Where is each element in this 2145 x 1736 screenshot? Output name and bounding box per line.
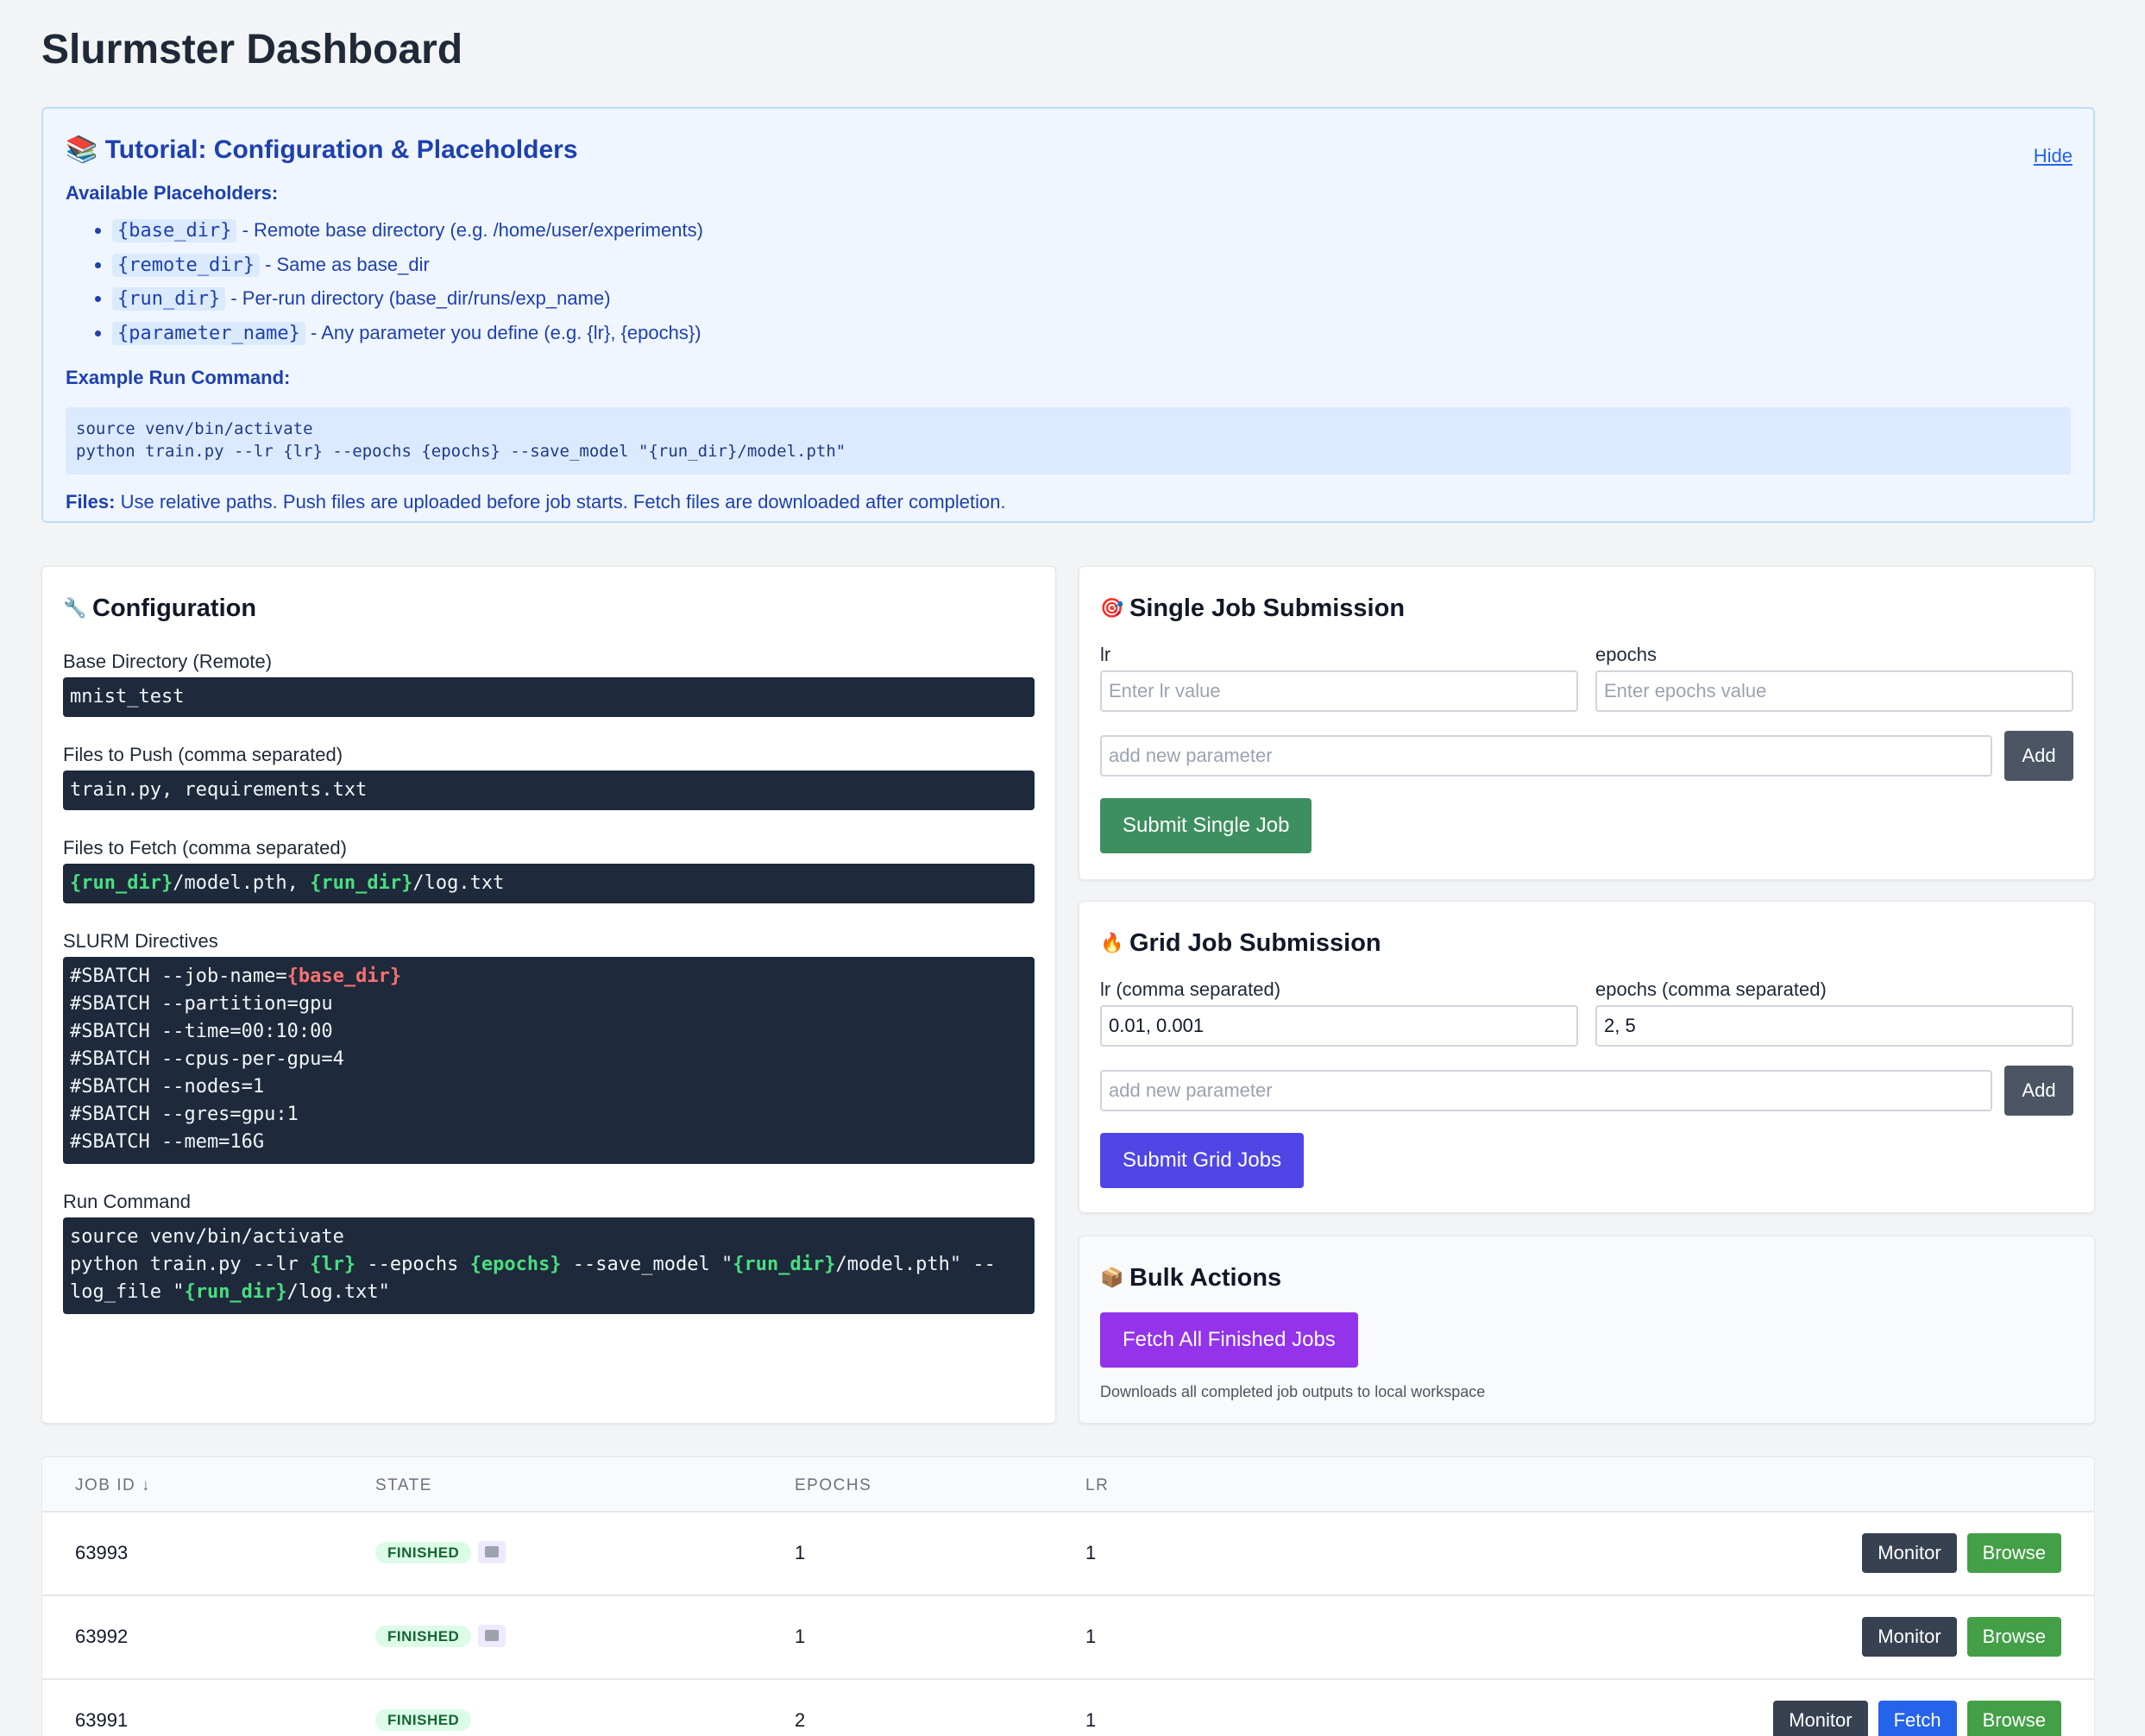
grid-lr-input[interactable]: 0.01, 0.001 [1100, 1005, 1578, 1047]
browse-button[interactable]: Browse [1966, 1533, 2061, 1573]
example-command: source venv/bin/activate python train.py… [66, 407, 2071, 475]
grid-job-card: 🔥 Grid Job Submission lr (comma separate… [1079, 901, 2095, 1213]
fetch-files-label: Files to Fetch (comma separated) [63, 837, 347, 859]
job-epochs: 2 [795, 1709, 806, 1731]
monitor-button[interactable]: Monitor [1862, 1533, 1957, 1573]
example-heading: Example Run Command: [66, 367, 291, 388]
folder-icon[interactable] [478, 1625, 506, 1648]
hide-tutorial-link[interactable]: Hide [2034, 145, 2073, 167]
configuration-title: 🔧 Configuration [63, 594, 257, 622]
list-item: {base_dir} - Remote base directory (e.g.… [112, 214, 2071, 248]
add-parameter-button[interactable]: Add [2004, 731, 2073, 781]
fetch-all-finished-button[interactable]: Fetch All Finished Jobs [1100, 1312, 1358, 1368]
grid-add-parameter-button[interactable]: Add [2004, 1066, 2073, 1116]
jobs-table: JOB ID ↓ STATE EPOCHS LR 63993 FINISHED … [41, 1456, 2095, 1736]
single-job-title: 🎯 Single Job Submission [1100, 594, 1406, 622]
browse-button[interactable]: Browse [1966, 1617, 2061, 1657]
job-id: 63993 [75, 1542, 129, 1563]
table-row: 63993 FINISHED 1 1 Monitor Browse [42, 1513, 2094, 1596]
fire-icon: 🔥 [1100, 932, 1124, 953]
bulk-actions-title: 📦 Bulk Actions [1100, 1264, 1282, 1292]
table-header: JOB ID ↓ STATE EPOCHS LR [42, 1457, 2094, 1513]
job-lr: 1 [1085, 1542, 1097, 1563]
grid-lr-label: lr (comma separated) [1100, 978, 1281, 1000]
list-item: {run_dir} - Per-run directory (base_dir/… [112, 282, 2071, 317]
fetch-files-input[interactable]: {run_dir}/model.pth, {run_dir}/log.txt [63, 864, 1035, 903]
package-icon: 📦 [1100, 1267, 1124, 1288]
target-icon: 🎯 [1100, 597, 1124, 619]
placeholder-list: {base_dir} - Remote base directory (e.g.… [112, 214, 2071, 350]
single-job-card: 🎯 Single Job Submission lr Enter lr valu… [1079, 566, 2095, 880]
epochs-label: epochs [1595, 644, 1657, 665]
configuration-card: 🔧 Configuration Base Directory (Remote) … [41, 566, 1056, 1424]
lr-input[interactable]: Enter lr value [1100, 670, 1578, 712]
list-item: {parameter_name} - Any parameter you def… [112, 317, 2071, 351]
grid-epochs-label: epochs (comma separated) [1595, 978, 1827, 1000]
books-icon: 📚 [66, 135, 98, 164]
wrench-icon: 🔧 [63, 597, 87, 619]
job-epochs: 1 [795, 1542, 806, 1563]
files-note: Files: Use relative paths. Push files ar… [66, 491, 1006, 513]
col-lr-header: LR [1085, 1476, 1110, 1494]
push-files-input[interactable]: train.py, requirements.txt [63, 771, 1035, 810]
base-dir-input[interactable]: mnist_test [63, 677, 1035, 717]
browse-button[interactable]: Browse [1966, 1701, 2061, 1736]
tutorial-panel: 📚 Tutorial: Configuration & Placeholders… [41, 107, 2095, 523]
run-command-input[interactable]: source venv/bin/activate python train.py… [63, 1217, 1035, 1314]
list-item: {remote_dir} - Same as base_dir [112, 248, 2071, 283]
status-badge: FINISHED [375, 1542, 472, 1563]
slurm-label: SLURM Directives [63, 930, 218, 952]
grid-epochs-input[interactable]: 2, 5 [1595, 1005, 2073, 1047]
push-files-label: Files to Push (comma separated) [63, 744, 343, 765]
slurm-directives-input[interactable]: #SBATCH --job-name={base_dir} #SBATCH --… [63, 957, 1035, 1164]
status-badge: FINISHED [375, 1626, 472, 1647]
job-epochs: 1 [795, 1626, 806, 1647]
table-row: 63992 FINISHED 1 1 Monitor Browse [42, 1596, 2094, 1680]
lr-label: lr [1100, 644, 1111, 665]
col-epochs-header: EPOCHS [795, 1476, 872, 1494]
monitor-button[interactable]: Monitor [1862, 1617, 1957, 1657]
tutorial-title: 📚 Tutorial: Configuration & Placeholders [66, 135, 578, 164]
grid-job-title: 🔥 Grid Job Submission [1100, 929, 1381, 957]
new-parameter-input[interactable]: add new parameter [1100, 735, 1992, 777]
col-state-header: STATE [375, 1476, 432, 1494]
page-title: Slurmster Dashboard [41, 27, 463, 72]
fetch-button[interactable]: Fetch [1878, 1701, 1957, 1736]
bulk-actions-card: 📦 Bulk Actions Fetch All Finished Jobs D… [1079, 1236, 2095, 1424]
table-row: 63991 FINISHED 2 1 Monitor Fetch Browse [42, 1680, 2094, 1736]
monitor-button[interactable]: Monitor [1773, 1701, 1868, 1736]
placeholders-heading: Available Placeholders: [66, 182, 279, 204]
base-dir-label: Base Directory (Remote) [63, 651, 273, 672]
col-job-id-header[interactable]: JOB ID ↓ [75, 1476, 151, 1495]
job-lr: 1 [1085, 1709, 1097, 1731]
submit-grid-jobs-button[interactable]: Submit Grid Jobs [1100, 1133, 1305, 1188]
bulk-note: Downloads all completed job outputs to l… [1100, 1383, 1486, 1400]
status-badge: FINISHED [375, 1709, 472, 1731]
job-lr: 1 [1085, 1626, 1097, 1647]
job-id: 63991 [75, 1709, 129, 1731]
job-id: 63992 [75, 1626, 129, 1647]
run-command-label: Run Command [63, 1191, 191, 1212]
grid-new-parameter-input[interactable]: add new parameter [1100, 1070, 1992, 1111]
epochs-input[interactable]: Enter epochs value [1595, 670, 2073, 712]
submit-single-job-button[interactable]: Submit Single Job [1100, 798, 1312, 853]
folder-icon[interactable] [478, 1541, 506, 1564]
